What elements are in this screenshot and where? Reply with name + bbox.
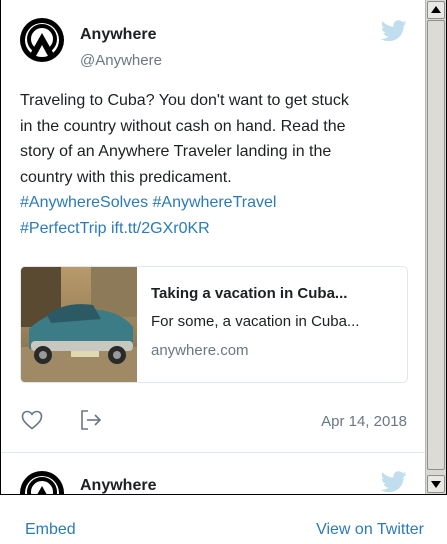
tweet-text-line: country with this predicament.	[20, 168, 232, 186]
embed-link[interactable]: Embed	[25, 521, 76, 539]
twitter-bird-icon[interactable]	[381, 20, 407, 42]
share-icon[interactable]	[79, 409, 103, 431]
widget-footer: Embed View on Twitter	[0, 495, 447, 544]
twitter-timeline-widget: Anywhere @Anywhere Traveling to Cuba? Yo…	[0, 0, 447, 495]
link-card[interactable]: Taking a vacation in Cuba... For some, a…	[20, 266, 408, 383]
twitter-bird-icon[interactable]	[381, 471, 407, 493]
vintage-car-photo	[21, 267, 137, 382]
view-on-twitter-link[interactable]: View on Twitter	[316, 521, 424, 539]
avatar-logo-background	[25, 23, 59, 57]
avatar-logo-background	[25, 476, 59, 494]
arrow-up-icon	[431, 6, 441, 13]
tweet-text-line: Traveling to Cuba? You don't want to get…	[20, 92, 349, 109]
tweet-text: Traveling to Cuba? You don't want to get…	[20, 88, 410, 241]
heart-icon[interactable]	[21, 410, 43, 430]
card-domain: anywhere.com	[151, 342, 249, 359]
timeline-feed[interactable]: Anywhere @Anywhere Traveling to Cuba? Yo…	[1, 0, 425, 494]
tweet-date[interactable]: Apr 14, 2018	[321, 413, 407, 430]
tweet-text-line: in the country without cash on hand. Rea…	[20, 117, 346, 135]
card-description: For some, a vacation in Cuba...	[151, 313, 360, 330]
card-title[interactable]: Taking a vacation in Cuba...	[151, 285, 396, 302]
tweet-text-line: story of an Anywhere Traveler landing in…	[20, 143, 332, 160]
tweet[interactable]: Anywhere @Anywhere Traveling to Cuba? Yo…	[1, 0, 425, 453]
scroll-up-button[interactable]	[427, 1, 445, 19]
vertical-scrollbar[interactable]	[425, 0, 446, 494]
arrow-down-icon	[431, 481, 441, 488]
scrollbar-thumb[interactable]	[427, 20, 445, 470]
anywhere-logo-icon	[27, 477, 57, 494]
author-name[interactable]: Anywhere	[80, 477, 156, 494]
author-name[interactable]: Anywhere	[80, 26, 156, 44]
avatar[interactable]	[20, 18, 64, 62]
author-handle[interactable]: @Anywhere	[80, 52, 162, 69]
hashtag-and-url-links[interactable]: #PerfectTrip ift.tt/2GXr0KR	[20, 216, 410, 242]
hashtag-links[interactable]: #AnywhereSolves #AnywhereTravel	[20, 190, 410, 216]
anywhere-logo-icon	[27, 24, 57, 56]
avatar[interactable]	[20, 471, 64, 494]
tweet[interactable]: Anywhere	[1, 453, 425, 494]
scroll-down-button[interactable]	[427, 475, 445, 493]
